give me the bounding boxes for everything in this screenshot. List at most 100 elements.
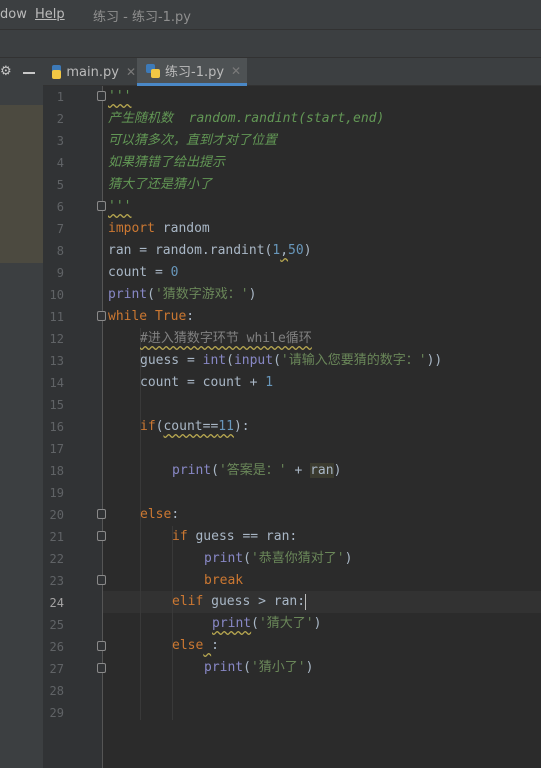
text-cursor [305, 593, 307, 610]
code-token: else [172, 638, 204, 653]
code-token: count==11 [163, 419, 233, 434]
code-token: ( [243, 660, 251, 675]
line-number: 18 [49, 464, 64, 478]
line-number: 14 [49, 376, 64, 390]
code-token: print [204, 551, 244, 566]
code-line-10: print('猜数字游戏：') [108, 284, 256, 306]
toolbar [0, 29, 541, 58]
close-icon[interactable]: ✕ [231, 64, 241, 78]
line-number: 21 [49, 530, 64, 544]
code-token: guess > ran: [203, 594, 306, 609]
line-number: 17 [49, 442, 64, 456]
code-token: print [212, 616, 252, 631]
code-line-9: count = 0 [108, 262, 178, 284]
line-number: 10 [49, 288, 64, 302]
code-token: + [286, 463, 311, 478]
code-token: print [204, 660, 244, 675]
gear-icon[interactable]: ⚙ [0, 64, 12, 79]
code-token: #进入猜数字环节 while循环 [140, 331, 312, 346]
code-token: count = [108, 265, 171, 280]
line-number: 3 [56, 134, 64, 148]
tab-label: 练习-1.py [165, 65, 225, 80]
code-token: 0 [170, 265, 179, 280]
code-token: if [172, 529, 188, 544]
code-token: ( [251, 616, 259, 631]
line-number: 29 [49, 706, 64, 720]
code-token: guess = [140, 353, 203, 368]
code-line-4: 如果猜错了给出提示 [108, 155, 226, 170]
code-token: elif [172, 594, 204, 609]
fold-icon[interactable] [97, 663, 106, 673]
tab-lianxi-1-py[interactable]: 练习-1.py ✕ [137, 58, 247, 86]
code-line-8: ran = random.randint(1,50) [108, 240, 312, 262]
code-token: : [171, 507, 180, 522]
fold-icon[interactable] [97, 641, 106, 651]
code-line-22: print('恭喜你猜对了') [204, 548, 352, 570]
code-line-20: else: [140, 504, 179, 526]
fold-icon[interactable] [97, 509, 106, 519]
code-line-23: break [204, 570, 243, 592]
fold-icon[interactable] [97, 91, 106, 101]
code-token: ) [303, 243, 312, 258]
line-number: 26 [49, 640, 64, 654]
fold-icon[interactable] [97, 575, 106, 585]
code-token: ) [313, 616, 322, 631]
line-number: 8 [56, 244, 64, 258]
code-line-21: if guess == ran: [172, 526, 297, 548]
line-number: 5 [56, 178, 64, 192]
code-line-7: import random [108, 218, 210, 240]
code-token: 1 [265, 375, 274, 390]
code-line-3: 可以猜多次，直到才对了位置 [108, 133, 278, 148]
code-token: ( [211, 463, 219, 478]
menu-help[interactable]: Help [35, 7, 65, 22]
line-number: 15 [49, 398, 64, 412]
code-token: break [204, 573, 244, 588]
code-token: ) [333, 463, 342, 478]
line-number: 6 [56, 200, 64, 214]
code-token: ( [226, 353, 234, 368]
code-token: guess == ran: [187, 529, 298, 544]
line-number: 9 [56, 266, 64, 280]
menu-window[interactable]: dow [0, 7, 27, 22]
line-number: 19 [49, 486, 64, 500]
code-token: import [108, 221, 155, 236]
close-icon[interactable]: ✕ [126, 65, 136, 79]
code-token: '猜小了' [250, 660, 306, 675]
code-token: count== [163, 419, 219, 434]
minimize-panel-icon[interactable] [23, 72, 35, 74]
code-token: ( [243, 551, 251, 566]
line-number: 28 [49, 684, 64, 698]
line-number: 7 [56, 222, 64, 236]
code-token: if [140, 419, 156, 434]
fold-icon[interactable] [97, 531, 106, 541]
code-line-16: if(count==11): [140, 416, 250, 438]
code-line-6: ''' [108, 196, 131, 218]
fold-icon[interactable] [97, 201, 106, 211]
window-title: 练习 - 练习-1.py [93, 10, 191, 25]
code-token: : [211, 638, 219, 653]
code-token: ''' [108, 89, 132, 104]
line-number: 20 [49, 508, 64, 522]
editor-tab-bar: main.py ✕ 练习-1.py ✕ [43, 58, 541, 86]
tab-main-py[interactable]: main.py ✕ [43, 58, 136, 86]
code-token: ): [233, 419, 250, 434]
tab-label: main.py [66, 64, 119, 80]
code-line-2: 产生随机数 random.randint(start,end) [108, 111, 385, 126]
code-line-1: ''' [108, 86, 131, 108]
code-token: int [202, 353, 227, 368]
line-number: 1 [56, 90, 64, 104]
fold-icon[interactable] [97, 311, 106, 321]
code-token: print [108, 287, 148, 302]
code-token: True [154, 309, 187, 324]
code-line-27: print('猜小了') [204, 657, 313, 679]
menu-help-label: Help [35, 7, 65, 22]
selected-tree-row[interactable] [0, 105, 43, 263]
python-file-icon [146, 63, 160, 78]
code-token: '请输入您要猜的数字：' [280, 353, 427, 368]
code-token: , [280, 243, 289, 258]
code-token: input [233, 353, 274, 368]
line-number: 25 [49, 618, 64, 632]
indent-guide [172, 526, 173, 720]
